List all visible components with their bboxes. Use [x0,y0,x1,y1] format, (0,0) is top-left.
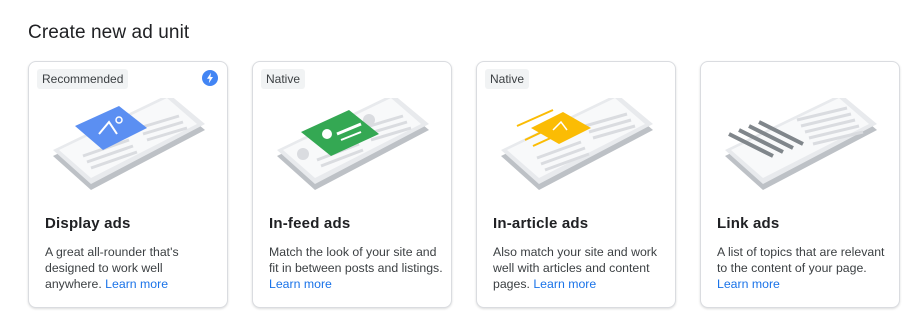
display-ads-illustration [53,98,205,190]
ad-unit-cards: Recommended Display ads A great all-roun… [28,61,900,308]
in-feed-ads-illustration [277,98,429,190]
learn-more-link[interactable]: Learn more [269,277,332,291]
native-badge: Native [485,69,530,89]
card-title: In-feed ads [269,215,351,232]
card-description: Match the look of your site and fit in b… [269,245,443,291]
card-link-ads[interactable]: Link ads A list of topics that are relev… [700,61,900,308]
lightning-bolt-icon [202,70,218,86]
card-in-article-ads[interactable]: Native In-article ads Also match your si… [476,61,676,308]
card-description: Also match your site and work well with … [493,245,658,291]
in-article-ads-illustration [501,98,653,190]
link-ads-illustration [725,98,877,190]
card-description: A list of topics that are relevant to th… [717,245,885,291]
card-title: In-article ads [493,215,589,232]
learn-more-link[interactable]: Learn more [105,277,168,291]
native-badge: Native [261,69,306,89]
card-in-feed-ads[interactable]: Native In-feed ads Match the look of you… [252,61,452,308]
page-title: Create new ad unit [28,22,190,43]
recommended-badge: Recommended [37,69,129,89]
learn-more-link[interactable]: Learn more [717,277,780,291]
card-title: Display ads [45,215,131,232]
card-display-ads[interactable]: Recommended Display ads A great all-roun… [28,61,228,308]
card-description: A great all-rounder that's designed to w… [45,245,179,291]
learn-more-link[interactable]: Learn more [533,277,596,291]
card-title: Link ads [717,215,780,232]
